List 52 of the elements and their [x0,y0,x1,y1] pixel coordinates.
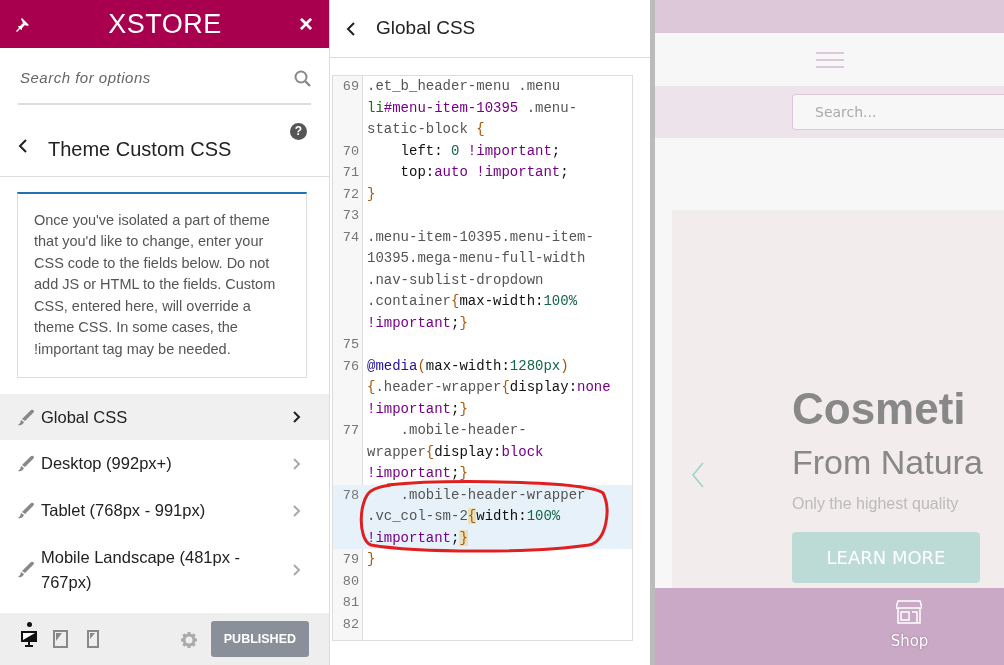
code-line[interactable]: } [363,549,624,571]
close-button[interactable]: × [299,12,313,36]
store-icon [896,600,923,625]
line-number: 79 [341,551,360,569]
code-line[interactable]: left: 0 !important; [363,140,624,162]
mobile-icon [84,630,102,648]
settings-icon[interactable] [180,631,197,648]
line-number: 74 [341,228,360,247]
description-text: Once you've isolated a part of theme that you'd like to change, enter your CSS code to the fields below. Do not add JS or HTML to the fields. Custom CSS, entered here, will override a theme CSS. In some cases, the !important tag may be needed. [17,191,307,378]
hero-title: Cosmeti [792,384,967,433]
menu-item[interactable]: Global CSS [0,393,329,441]
line-number: 70 [341,142,360,161]
section-title: Theme Custom CSS [48,137,232,162]
desktop-icon [20,630,38,648]
search-field[interactable]: Search for options [18,66,294,91]
code-line[interactable]: .mobile-header-wrapper{display:block !important;} [363,420,624,485]
code-line[interactable]: } [363,183,624,205]
help-icon[interactable]: ? [290,122,307,140]
line-number: 75 [341,336,360,354]
search-field[interactable]: Search... [792,94,1004,130]
line-number: 77 [341,422,360,440]
line-number: 72 [341,185,360,204]
line-number: 81 [341,594,360,612]
chevron-right-icon [293,563,301,576]
brand-logo: XSTORE [107,7,223,41]
desktop-view-button[interactable] [20,622,38,648]
brush-icon [18,455,35,473]
tablet-icon [52,630,70,648]
line-number: 71 [341,164,360,182]
code-line[interactable]: .menu-item-10395.menu-item-10395.mega-menu-full-width .nav-sublist-dropdown .container{max-width:100% !important;} [363,226,624,334]
hero-subtitle: From Natura [792,442,983,483]
brush-icon [18,561,35,579]
brush-icon [18,502,35,520]
pin-icon[interactable] [16,16,31,32]
line-number: 80 [341,572,360,591]
brush-icon [18,408,35,426]
chevron-right-icon [293,457,301,470]
panel-title: Global CSS [376,16,476,41]
code-line[interactable]: top:auto !important; [363,162,624,184]
back-icon[interactable] [346,21,356,36]
line-number: 76 [341,357,360,376]
line-number: 78 [341,486,360,505]
line-number: 69 [341,78,360,96]
code-line[interactable]: .mobile-header-wrapper .vc_col-sm-2{width:100% !important;} [363,484,624,549]
search-icon[interactable] [294,69,311,87]
code-line[interactable]: .et_b_header-menu .menu li#menu-item-10395 .menu-static-block { [363,76,624,141]
chevron-right-icon [293,504,301,517]
code-line[interactable]: @media(max-width:1280px) {.header-wrapper{display:none !important;} [363,355,624,420]
back-icon[interactable] [18,139,28,153]
line-number: 82 [341,615,360,634]
chevron-right-icon [293,411,301,424]
line-number: 73 [341,207,360,225]
